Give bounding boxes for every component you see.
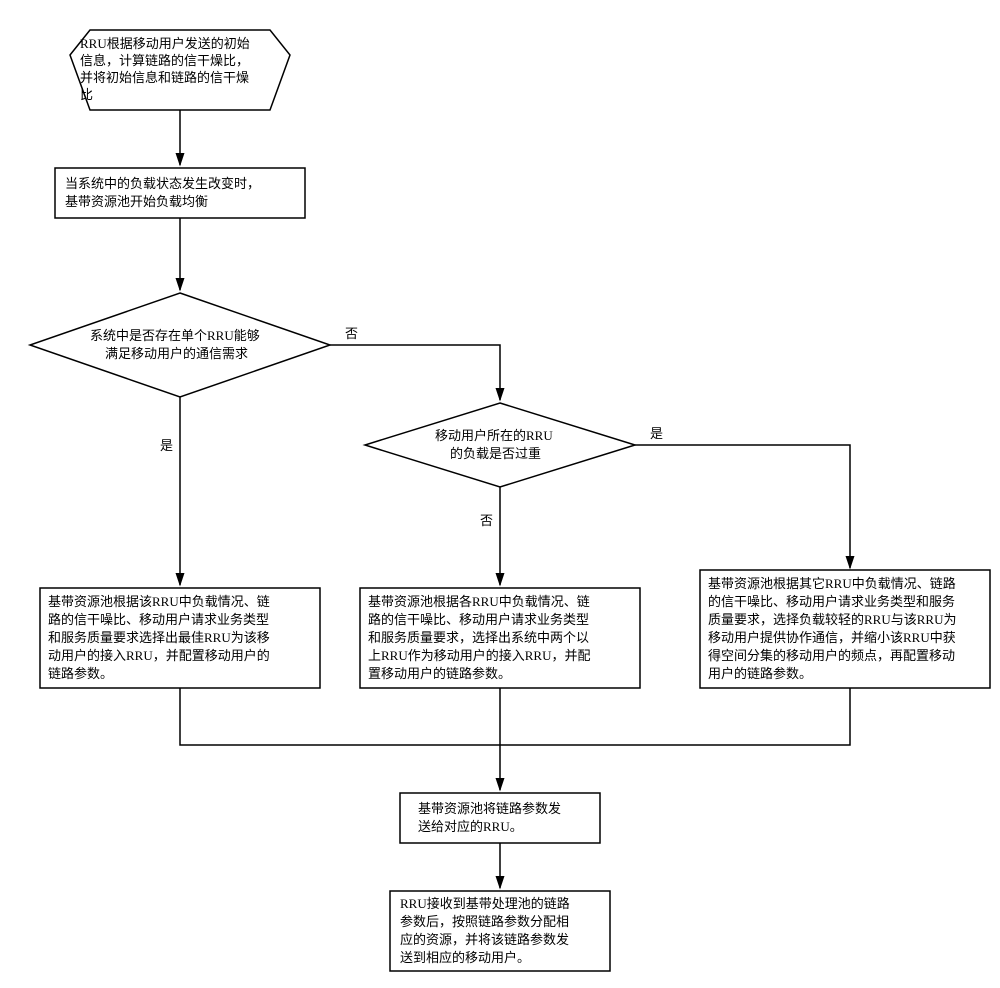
start-node: RRU根据移动用户发送的初始 信息，计算链路的信干燥比， 并将初始信息和链路的信… [70, 30, 290, 110]
pC-l2: 的信干噪比、移动用户请求业务类型和服务 [708, 594, 955, 609]
pB-l5: 置移动用户的链路参数。 [368, 666, 511, 681]
d2-l1: 移动用户所在的RRU [435, 428, 553, 443]
final-l2: 参数后，按照链路参数分配相 [400, 914, 569, 929]
d1-yes-label: 是 [160, 438, 173, 453]
trigger-l1: 当系统中的负载状态发生改变时， [65, 176, 260, 191]
pB-l1: 基带资源池根据各RRU中负载情况、链 [368, 594, 590, 609]
final-l4: 送到相应的移动用户。 [400, 950, 530, 965]
pA-l1: 基带资源池根据该RRU中负载情况、链 [48, 594, 270, 609]
d2-no-label: 否 [480, 513, 493, 528]
decision1-node: 系统中是否存在单个RRU能够 满足移动用户的通信需求 [30, 293, 330, 397]
pA-l3: 和服务质量要求选择出最佳RRU为该移 [48, 630, 270, 645]
d1-l1: 系统中是否存在单个RRU能够 [90, 328, 260, 343]
send-l1: 基带资源池将链路参数发 [418, 801, 561, 816]
start-l2: 信息，计算链路的信干燥比， [80, 53, 249, 68]
pC-l4: 移动用户提供协作通信，并缩小该RRU中获 [708, 630, 956, 645]
pA-l5: 链路参数。 [48, 666, 113, 681]
d2-l2: 的负载是否过重 [450, 446, 541, 461]
pC-l1: 基带资源池根据其它RRU中负载情况、链路 [708, 576, 956, 591]
pA-l2: 路的信干噪比、移动用户请求业务类型 [48, 612, 269, 627]
send-node: 基带资源池将链路参数发 送给对应的RRU。 [400, 793, 600, 843]
trigger-node: 当系统中的负载状态发生改变时， 基带资源池开始负载均衡 [55, 168, 305, 218]
pB-l3: 和服务质量要求，选择出系统中两个以 [368, 630, 589, 645]
processC-node: 基带资源池根据其它RRU中负载情况、链路 的信干噪比、移动用户请求业务类型和服务… [700, 570, 990, 688]
final-l3: 应的资源，并将该链路参数发 [400, 932, 569, 947]
final-node: RRU接收到基带处理池的链路 参数后，按照链路参数分配相 应的资源，并将该链路参… [390, 891, 610, 971]
d1-no-label: 否 [345, 326, 358, 341]
processB-node: 基带资源池根据各RRU中负载情况、链 路的信干噪比、移动用户请求业务类型 和服务… [360, 588, 640, 688]
processA-node: 基带资源池根据该RRU中负载情况、链 路的信干噪比、移动用户请求业务类型 和服务… [40, 588, 320, 688]
decision2-node: 移动用户所在的RRU 的负载是否过重 [365, 403, 635, 487]
pA-l4: 动用户的接入RRU，并配置移动用户的 [48, 648, 270, 663]
edge-C-merge [500, 688, 850, 745]
start-l4: 比 [80, 87, 93, 102]
edge-d1-no [330, 345, 500, 400]
start-l3: 并将初始信息和链路的信干燥 [80, 70, 249, 85]
pC-l3: 质量要求，选择负载较轻的RRU与该RRU为 [708, 612, 956, 627]
send-l2: 送给对应的RRU。 [418, 819, 523, 834]
d1-l2: 满足移动用户的通信需求 [105, 346, 248, 361]
pC-l6: 用户的链路参数。 [708, 666, 812, 681]
trigger-l2: 基带资源池开始负载均衡 [65, 194, 208, 209]
final-l1: RRU接收到基带处理池的链路 [400, 896, 570, 911]
start-l1: RRU根据移动用户发送的初始 [80, 36, 250, 51]
pB-l4: 上RRU作为移动用户的接入RRU，并配 [368, 648, 590, 663]
pB-l2: 路的信干噪比、移动用户请求业务类型 [368, 612, 589, 627]
d2-yes-label: 是 [650, 426, 663, 441]
pC-l5: 得空间分集的移动用户的频点，再配置移动 [708, 648, 955, 663]
edge-d2-yes [635, 445, 850, 568]
edge-A-merge [180, 688, 500, 745]
